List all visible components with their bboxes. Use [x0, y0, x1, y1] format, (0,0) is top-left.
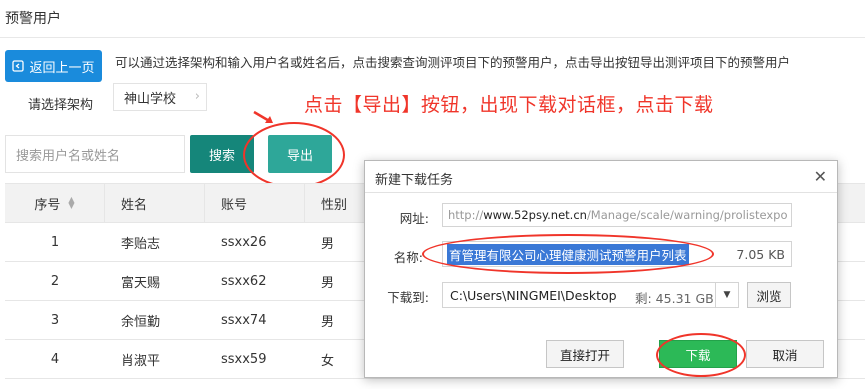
url-field[interactable]: http://www.52psy.net.cn/Manage/scale/war… — [442, 203, 792, 227]
back-arrow-icon — [12, 60, 25, 72]
export-button[interactable]: 导出 — [268, 135, 332, 173]
download-button[interactable]: 下载 — [659, 340, 737, 368]
name-label: 名称: — [393, 250, 423, 265]
back-button-label: 返回上一页 — [29, 60, 95, 76]
path-label: 下载到: — [387, 290, 429, 305]
annotation-arrow-icon — [253, 110, 273, 124]
cancel-button[interactable]: 取消 — [746, 340, 824, 368]
arch-selector[interactable]: 神山学校 › — [113, 83, 207, 111]
search-button[interactable]: 搜索 — [190, 135, 254, 173]
file-name-value: 育管理有限公司心理健康测试预警用户列表 — [447, 243, 689, 265]
cell-account: ssxx26 — [221, 234, 267, 250]
page-title: 预警用户 — [5, 11, 61, 27]
chevron-right-icon: › — [194, 89, 200, 104]
close-icon[interactable]: ✕ — [814, 167, 827, 186]
cell-seq: 4 — [50, 351, 60, 367]
cell-seq: 3 — [50, 312, 60, 328]
cell-seq: 1 — [50, 234, 60, 250]
browse-button[interactable]: 浏览 — [747, 282, 791, 308]
cell-name: 李贻志 — [121, 236, 161, 252]
search-input[interactable]: 搜索用户名或姓名 — [5, 135, 185, 173]
header-account: 账号 — [205, 183, 305, 223]
url-label: 网址: — [399, 211, 429, 226]
file-size: 7.05 KB — [736, 247, 785, 262]
arch-label: 请选择架构 — [28, 98, 94, 113]
arch-selected-value: 神山学校 — [124, 91, 177, 107]
cell-account: ssxx59 — [221, 351, 267, 367]
open-directly-button[interactable]: 直接打开 — [546, 340, 624, 368]
header-name: 姓名 — [105, 183, 205, 223]
sort-icon[interactable]: ▲ ▼ — [68, 196, 74, 210]
cell-name: 富天赐 — [121, 275, 161, 291]
cell-name: 肖淑平 — [121, 353, 161, 369]
page-description: 可以通过选择架构和输入用户名或姓名后，点击搜索查询测评项目下的预警用户，点击导出… — [115, 55, 791, 70]
title-divider — [0, 37, 865, 38]
cell-account: ssxx62 — [221, 273, 267, 289]
cell-name: 余恒勤 — [121, 314, 161, 330]
dialog-title: 新建下载任务 — [375, 173, 454, 188]
free-space: 剩: 45.31 GB — [635, 291, 714, 306]
cell-seq: 2 — [50, 273, 60, 289]
dialog-divider — [365, 192, 837, 193]
back-button[interactable]: 返回上一页 — [5, 50, 102, 82]
download-dialog: 新建下载任务 ✕ 网址: http://www.52psy.net.cn/Man… — [364, 160, 838, 378]
download-path-value: C:\Users\NINGMEI\Desktop — [450, 287, 617, 303]
header-seq[interactable]: 序号 ▲ ▼ — [5, 183, 105, 223]
instruction-annotation: 点击【导出】按钮，出现下载对话框，点击下载 — [304, 94, 714, 116]
cell-account: ssxx74 — [221, 312, 267, 328]
download-path-field[interactable]: C:\Users\NINGMEI\Desktop 剩: 45.31 GB — [442, 282, 737, 308]
path-dropdown-icon[interactable]: ▼ — [715, 282, 739, 308]
file-name-field[interactable]: 育管理有限公司心理健康测试预警用户列表 7.05 KB — [442, 241, 792, 267]
